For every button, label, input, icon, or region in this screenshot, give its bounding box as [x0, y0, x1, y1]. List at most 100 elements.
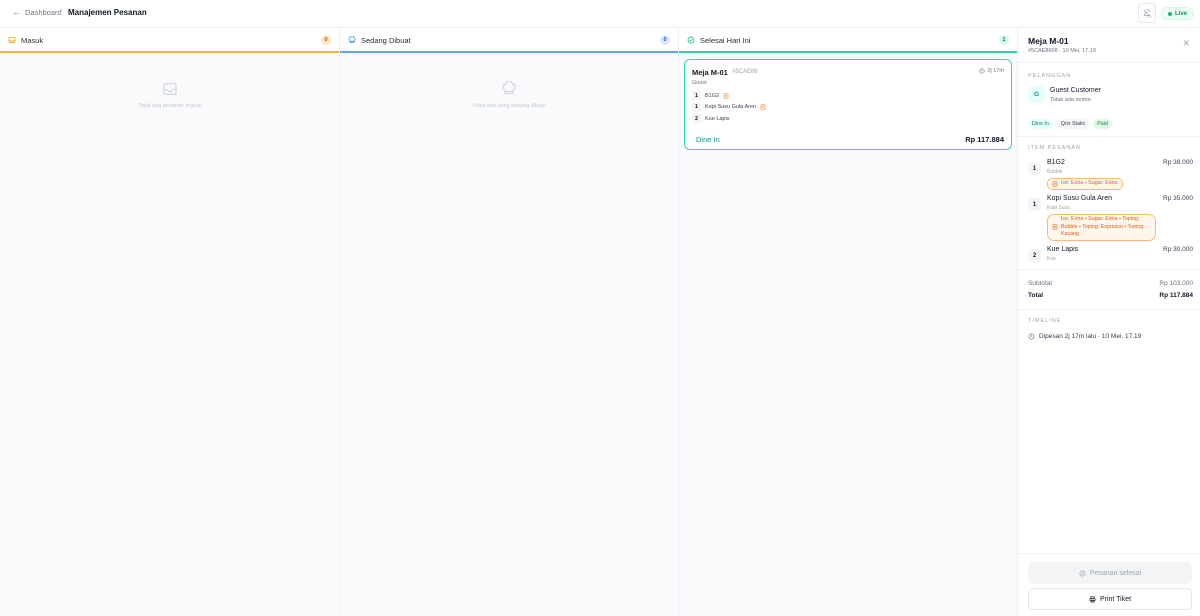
- item-category: Kue: [1047, 256, 1056, 262]
- items-section-label: Item Pesanan: [1028, 145, 1081, 151]
- item-name: Kopi Susu Gula Aren: [705, 104, 757, 111]
- item-category: Kopi Susu: [1047, 205, 1070, 211]
- subtotal-row: Subtotal Rp 103.000: [1028, 280, 1193, 287]
- order-done-label: Pesanan selesai: [1089, 569, 1142, 577]
- subtotal-value: Rp 103.000: [1159, 280, 1193, 287]
- item-name: Kue Lapis: [705, 115, 730, 122]
- order-card[interactable]: Meja M-01 #5CAE86 2j 17m Guest 1 B1G2 1 …: [684, 59, 1012, 150]
- live-label: Live: [1175, 10, 1188, 17]
- column-count-badge: 1: [999, 35, 1009, 45]
- divider: [1018, 309, 1200, 310]
- inbox-icon: [162, 83, 177, 95]
- order-customer: Guest: [692, 80, 707, 86]
- page-title: Manajemen Pesanan: [68, 8, 147, 17]
- customer-section-label: Pelanggan: [1028, 73, 1072, 79]
- order-tags: Dine In Qris Static Paid: [1028, 119, 1112, 129]
- column-header: Masuk 0: [0, 29, 339, 53]
- close-icon[interactable]: ✕: [1182, 39, 1190, 48]
- clock-icon: [979, 68, 986, 74]
- print-ticket-button[interactable]: Print Tiket: [1028, 588, 1192, 610]
- live-status-badge: Live: [1161, 7, 1195, 20]
- note-icon: [760, 104, 766, 110]
- divider: [1018, 269, 1200, 270]
- empty-state-text: Tidak ada pesanan masuk: [137, 103, 202, 109]
- tag-payment-method: Qris Static: [1056, 119, 1090, 129]
- item-qty: 1: [1028, 162, 1041, 175]
- live-dot-icon: [1168, 11, 1172, 16]
- item-qty: 1: [692, 91, 701, 101]
- clock-icon: [1028, 333, 1035, 340]
- column-count-badge: 0: [660, 35, 670, 45]
- order-table-name: Meja M-01: [692, 68, 728, 77]
- total-value: Rp 117.884: [1159, 292, 1193, 299]
- item-qty: 1: [1028, 198, 1041, 211]
- column-count-badge: 0: [321, 35, 331, 45]
- order-item-list: 1 B1G2 1 Kopi Susu Gula Aren 2 Kue Lapis: [692, 90, 766, 125]
- item-price: Rp 35.000: [1163, 195, 1193, 202]
- timeline-entry-text: Dipesan 2j 17m lalu · 10 Mei, 17.19: [1039, 333, 1142, 340]
- item-note: Ice: Extra • Sugar: Extra • Toping: Bubb…: [1047, 214, 1156, 241]
- divider: [1018, 136, 1200, 137]
- item-category: Bubble: [1047, 169, 1063, 175]
- timeline-section-label: Timeline: [1028, 318, 1062, 324]
- back-label: Dashboard: [25, 8, 62, 17]
- empty-state-text: Tidak ada yang sedang dibuat: [472, 103, 546, 109]
- arrow-left-icon: ←: [12, 7, 21, 17]
- item-note-text: Ice: Extra • Sugar: Extra: [1061, 180, 1118, 186]
- top-bar: ← Dashboard / Manajemen Pesanan Live: [0, 0, 1200, 28]
- printer-icon: [1089, 596, 1096, 602]
- list-item: 2 Kue Lapis: [692, 113, 766, 125]
- bell-off-icon: [1142, 8, 1152, 18]
- column-title: Sedang Dibuat: [361, 35, 411, 45]
- total-row: Total Rp 117.884: [1028, 292, 1193, 299]
- elapsed-text: 2j 17m: [987, 68, 1004, 74]
- chef-hat-icon: [348, 36, 356, 43]
- check-circle-icon: [687, 36, 695, 44]
- detail-subtitle: #5CAE8608 · 10 Mei, 17.19: [1028, 48, 1096, 54]
- column-in-progress: Sedang Dibuat 0 Tidak ada yang sedang di…: [340, 29, 679, 616]
- note-icon: [1052, 224, 1058, 230]
- item-note-text: Ice: Extra • Sugar: Extra • Toping: Bubb…: [1061, 216, 1145, 237]
- avatar: G: [1028, 86, 1045, 103]
- tag-order-type: Dine In: [1028, 119, 1053, 129]
- order-total: Rp 117.884: [965, 135, 1004, 144]
- order-code: #5CAE86: [732, 69, 758, 75]
- column-done-today: Selesai Hari Ini 1 Meja M-01 #5CAE86 2j …: [679, 29, 1018, 616]
- order-detail-panel: Meja M-01 #5CAE8608 · 10 Mei, 17.19 ✕ Pe…: [1018, 29, 1200, 616]
- back-to-dashboard-link[interactable]: ← Dashboard: [12, 7, 62, 18]
- note-icon: [723, 93, 729, 99]
- empty-state: Tidak ada pesanan masuk: [0, 81, 339, 109]
- column-title: Masuk: [21, 35, 44, 45]
- item-price: Rp 38.000: [1163, 159, 1193, 166]
- column-incoming: Masuk 0 Tidak ada pesanan masuk: [0, 29, 340, 616]
- divider: [1018, 553, 1200, 554]
- column-header: Selesai Hari Ini 1: [679, 29, 1017, 53]
- divider: [1018, 62, 1200, 63]
- chef-hat-icon: [502, 81, 516, 95]
- empty-state: Tidak ada yang sedang dibuat: [340, 81, 678, 109]
- mute-notifications-button[interactable]: [1138, 3, 1156, 23]
- detail-title: Meja M-01: [1028, 36, 1069, 46]
- breadcrumb-separator: /: [60, 8, 63, 17]
- timeline-entry: Dipesan 2j 17m lalu · 10 Mei, 17.19: [1028, 333, 1141, 340]
- item-qty: 2: [1028, 249, 1041, 262]
- item-note: Ice: Extra • Sugar: Extra: [1047, 178, 1123, 190]
- check-circle-icon: [1079, 570, 1086, 576]
- customer-name: Guest Customer: [1050, 87, 1101, 94]
- item-name: B1G2: [705, 92, 720, 99]
- item-price: Rp 30.000: [1163, 246, 1193, 253]
- item-name: Kopi Susu Gula Aren: [1047, 195, 1112, 202]
- item-name: B1G2: [1047, 159, 1065, 166]
- order-type: Dine In: [696, 135, 720, 144]
- item-qty: 2: [692, 114, 701, 124]
- item-qty: 1: [692, 102, 701, 112]
- column-header: Sedang Dibuat 0: [340, 29, 678, 53]
- total-label: Total: [1028, 292, 1044, 299]
- order-elapsed-time: 2j 17m: [979, 68, 1004, 74]
- note-icon: [1052, 181, 1058, 187]
- column-title: Selesai Hari Ini: [700, 35, 751, 45]
- item-name: Kue Lapis: [1047, 246, 1079, 253]
- order-done-button[interactable]: Pesanan selesai: [1028, 562, 1192, 584]
- tag-payment-status: Paid: [1093, 119, 1112, 129]
- list-item: 1 Kopi Susu Gula Aren: [692, 102, 766, 114]
